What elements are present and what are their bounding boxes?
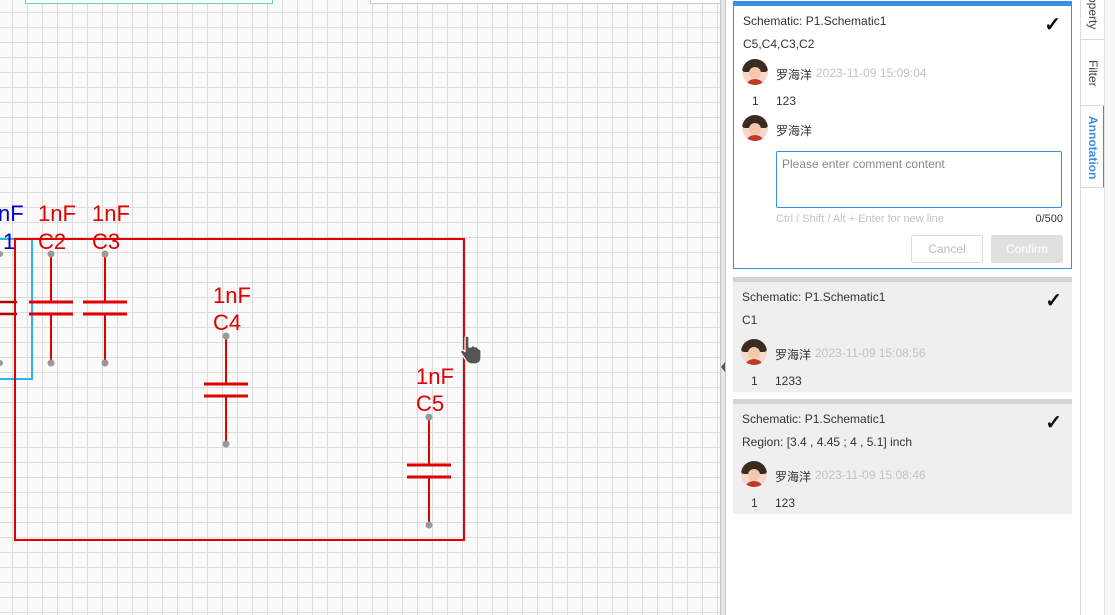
c5-ref-label: C5 <box>416 391 445 416</box>
char-counter: 0/500 <box>1035 213 1063 225</box>
c2-value-label: 1nF <box>38 201 76 226</box>
reply-user-name: 罗海洋 <box>776 124 813 138</box>
comment-text: 123 <box>775 496 796 510</box>
c1-value-label: nF <box>0 201 24 226</box>
card-title: Schematic: P1.Schematic1 <box>743 14 887 28</box>
comment-number: 1 <box>751 374 758 388</box>
avatar <box>741 339 767 365</box>
user-name: 罗海洋 <box>775 348 812 362</box>
user-name: 罗海洋 <box>776 68 813 82</box>
tab-filter-label: Filter <box>1086 60 1100 87</box>
window-right-edge <box>1104 0 1115 615</box>
comment-number: 1 <box>752 94 759 108</box>
c3-value-label: 1nF <box>92 201 130 226</box>
c4-ref-label: C4 <box>213 310 242 335</box>
comment-time: 2023-11-09 15:08:46 <box>815 468 926 482</box>
capacitor-c4 <box>204 332 248 448</box>
comment-time: 2023-11-09 15:09:04 <box>816 66 927 80</box>
card-title: Schematic: P1.Schematic1 <box>742 290 886 304</box>
collapse-arrow-icon[interactable] <box>721 362 725 372</box>
confirm-button[interactable]: Confirm <box>991 235 1063 263</box>
schematic-canvas[interactable]: nF 1 1nF C2 1nF C3 1nF C4 1nF C5 <box>0 0 720 615</box>
comment-text: 1233 <box>775 374 802 388</box>
comment-input[interactable] <box>776 151 1062 208</box>
capacitor-c5 <box>407 413 451 529</box>
annotation-card[interactable]: Schematic: P1.Schematic1 ✓ C5,C4,C3,C2 罗… <box>733 1 1072 269</box>
tab-property[interactable]: operty <box>1081 0 1105 40</box>
c2-ref-label: C2 <box>38 229 67 254</box>
capacitor-c3 <box>83 250 127 367</box>
capacitor-c2 <box>29 250 73 367</box>
schematic-drawing <box>0 238 482 541</box>
c3-ref-label: C3 <box>92 229 121 254</box>
tab-filter[interactable]: Filter <box>1081 40 1105 106</box>
annotation-card[interactable]: Schematic: P1.Schematic1 ✓ Region: [3.4 … <box>733 399 1072 514</box>
resolve-check-icon[interactable]: ✓ <box>1045 288 1062 313</box>
avatar <box>741 461 767 487</box>
tab-property-label: operty <box>1086 0 1100 30</box>
cancel-button[interactable]: Cancel <box>911 235 983 263</box>
annotation-card[interactable]: Schematic: P1.Schematic1 ✓ C1 罗海洋 2023-1… <box>733 277 1072 392</box>
resolve-check-icon[interactable]: ✓ <box>1045 410 1062 435</box>
newline-hint: Ctrl / Shift / Alt + Enter for new line <box>776 213 944 225</box>
annotation-panel: Schematic: P1.Schematic1 ✓ C5,C4,C3,C2 罗… <box>726 0 1080 615</box>
card-title: Schematic: P1.Schematic1 <box>742 412 886 426</box>
card-refs: C1 <box>742 313 758 327</box>
tab-annotation-label: Annotation <box>1086 116 1100 180</box>
comment-text: 123 <box>776 94 797 108</box>
comment-time: 2023-11-09 15:08:56 <box>815 346 926 360</box>
comment-number: 1 <box>751 496 758 510</box>
tab-annotation[interactable]: Annotation <box>1081 106 1105 188</box>
avatar <box>742 59 768 85</box>
c4-value-label: 1nF <box>213 283 251 308</box>
c5-value-label: 1nF <box>416 364 454 389</box>
c1-ref-label: 1 <box>3 229 16 254</box>
resolve-check-icon[interactable]: ✓ <box>1044 12 1061 37</box>
avatar <box>742 115 768 141</box>
card-refs: C5,C4,C3,C2 <box>743 37 815 51</box>
card-refs: Region: [3.4 , 4.45 ; 4 , 5.1] inch <box>742 435 913 449</box>
user-name: 罗海洋 <box>775 470 812 484</box>
